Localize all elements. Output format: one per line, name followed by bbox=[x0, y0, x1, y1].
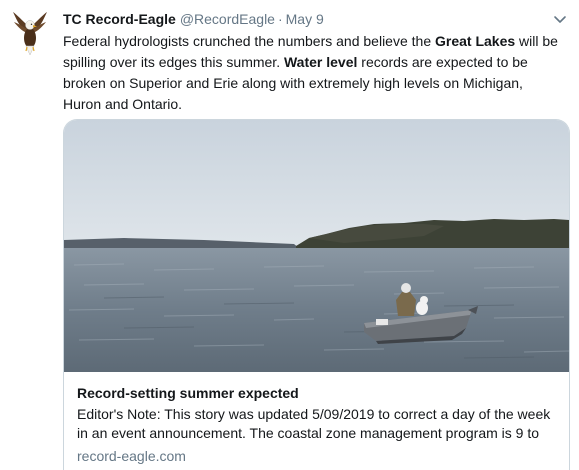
author-name[interactable]: TC Record-Eagle bbox=[63, 11, 176, 27]
tweet-text-segment: Federal hydrologists crunched the number… bbox=[63, 33, 435, 49]
separator-dot: · bbox=[277, 11, 283, 27]
card-title[interactable]: Record-setting summer expected bbox=[77, 383, 299, 403]
link-card[interactable]: Record-setting summer expected Editor's … bbox=[63, 119, 570, 470]
hashtag-water-level[interactable]: Water level bbox=[284, 54, 357, 70]
card-domain[interactable]: record-eagle.com bbox=[77, 446, 186, 466]
tweet-menu-button[interactable] bbox=[553, 12, 567, 23]
card-description: Editor's Note: This story was updated 5/… bbox=[77, 406, 551, 441]
hashtag-great-lakes[interactable]: Great Lakes bbox=[435, 33, 515, 49]
card-image[interactable] bbox=[64, 120, 569, 372]
eagle-logo-icon bbox=[13, 12, 47, 56]
avatar[interactable] bbox=[12, 10, 48, 56]
tweet[interactable]: TC Record-Eagle @RecordEagle · May 9 Federa… bbox=[0, 0, 579, 470]
tweet-text: Federal hydrologists crunched the number… bbox=[63, 31, 563, 115]
chevron-down-icon bbox=[554, 16, 566, 23]
author-handle[interactable]: @RecordEagle bbox=[180, 11, 275, 27]
tweet-header: TC Record-Eagle @RecordEagle · May 9 bbox=[63, 9, 549, 29]
lake-fisherman-photo bbox=[64, 120, 569, 372]
tweet-timestamp[interactable]: May 9 bbox=[286, 11, 324, 27]
